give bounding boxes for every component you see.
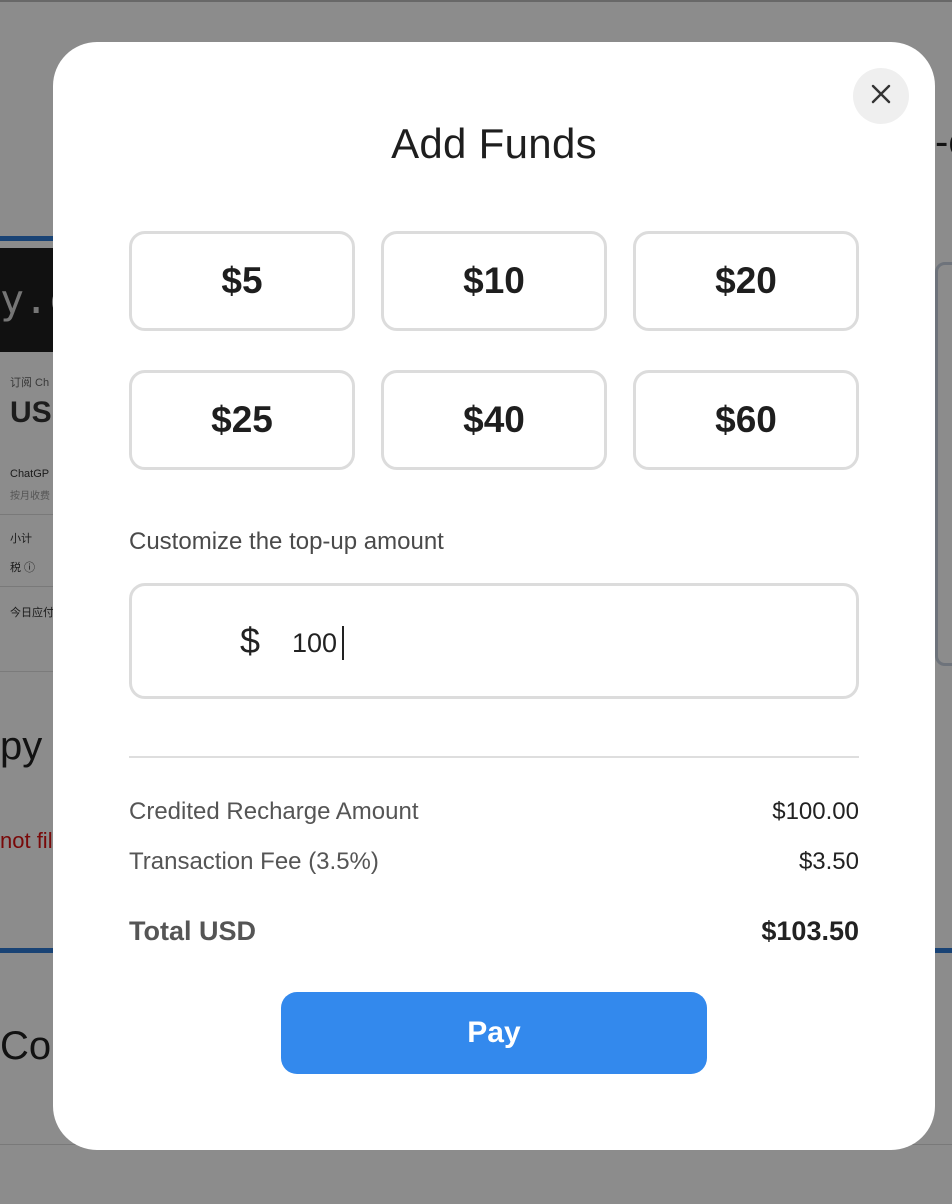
- preset-amount-button[interactable]: $60: [633, 370, 859, 470]
- preset-amount-button[interactable]: $5: [129, 231, 355, 331]
- custom-amount-field[interactable]: $: [129, 583, 859, 699]
- transaction-fee-label: Transaction Fee (3.5%): [129, 848, 379, 875]
- total-label: Total USD: [129, 916, 256, 946]
- preset-amount-button[interactable]: $40: [381, 370, 607, 470]
- close-button[interactable]: [853, 68, 909, 124]
- preset-amount-button[interactable]: $25: [129, 370, 355, 470]
- close-icon: [870, 83, 892, 110]
- amount-input[interactable]: [292, 623, 812, 663]
- total-value: $103.50: [761, 916, 859, 946]
- credited-amount-value: $100.00: [772, 798, 859, 825]
- credited-amount-label: Credited Recharge Amount: [129, 798, 419, 825]
- add-funds-modal: Add Funds $5 $10 $20 $25 $40 $60 Customi…: [53, 42, 935, 1150]
- custom-amount-label: Customize the top-up amount: [129, 528, 444, 555]
- currency-symbol: $: [240, 620, 261, 661]
- preset-amount-button[interactable]: $20: [633, 231, 859, 331]
- text-cursor: [342, 626, 344, 660]
- preset-amount-button[interactable]: $10: [381, 231, 607, 331]
- modal-title: Add Funds: [391, 120, 597, 167]
- summary-divider: [129, 756, 859, 758]
- pay-button[interactable]: Pay: [281, 992, 707, 1074]
- transaction-fee-value: $3.50: [798, 848, 859, 875]
